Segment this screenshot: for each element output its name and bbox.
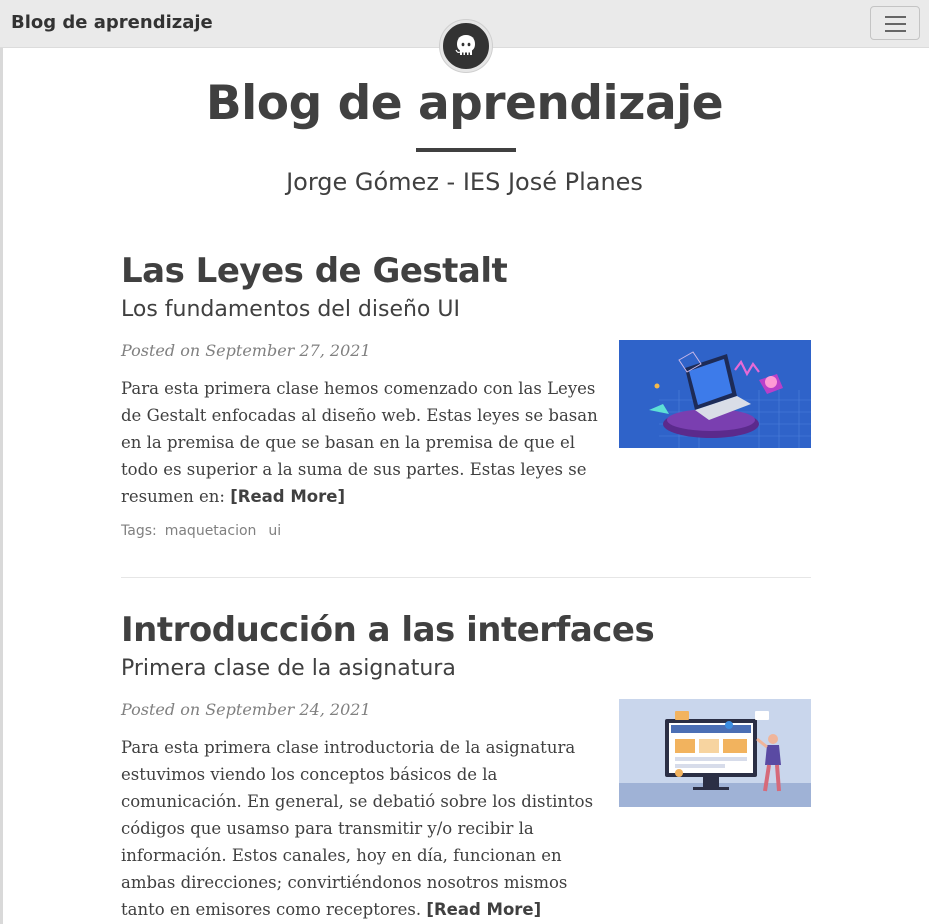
post-tags: Tags: maquetacion ui xyxy=(121,523,281,539)
tag-link[interactable]: ui xyxy=(268,523,281,539)
post-title[interactable]: Introducción a las interfaces xyxy=(121,610,811,650)
read-more-link[interactable]: [Read More] xyxy=(426,900,541,919)
post-date: Posted on September 27, 2021 xyxy=(121,341,371,360)
tags-label: Tags: xyxy=(121,523,157,539)
post-thumbnail[interactable] xyxy=(619,340,811,448)
read-more-link[interactable]: [Read More] xyxy=(230,487,345,506)
post-divider xyxy=(121,577,811,578)
github-octocat-icon[interactable] xyxy=(440,20,492,72)
title-divider xyxy=(416,148,516,152)
navbar-brand[interactable]: Blog de aprendizaje xyxy=(11,12,213,33)
tag-link[interactable]: maquetacion xyxy=(165,523,257,539)
post-preview: Las Leyes de Gestalt Los fundamentos del… xyxy=(121,251,811,551)
post-subtitle[interactable]: Primera clase de la asignatura xyxy=(121,656,811,681)
post-excerpt: Para esta primera clase hemos comenzado … xyxy=(121,379,598,506)
post-thumbnail[interactable] xyxy=(619,699,811,807)
post-date: Posted on September 24, 2021 xyxy=(121,700,371,719)
post-title[interactable]: Las Leyes de Gestalt xyxy=(121,251,811,291)
post-excerpt: Para esta primera clase introductoria de… xyxy=(121,738,594,919)
post-preview: Introducción a las interfaces Primera cl… xyxy=(121,610,811,924)
site-subtitle: Jorge Gómez - IES José Planes xyxy=(286,168,643,196)
post-subtitle[interactable]: Los fundamentos del diseño UI xyxy=(121,297,811,322)
hamburger-menu-icon[interactable] xyxy=(870,6,920,40)
site-title: Blog de aprendizaje xyxy=(205,76,724,131)
